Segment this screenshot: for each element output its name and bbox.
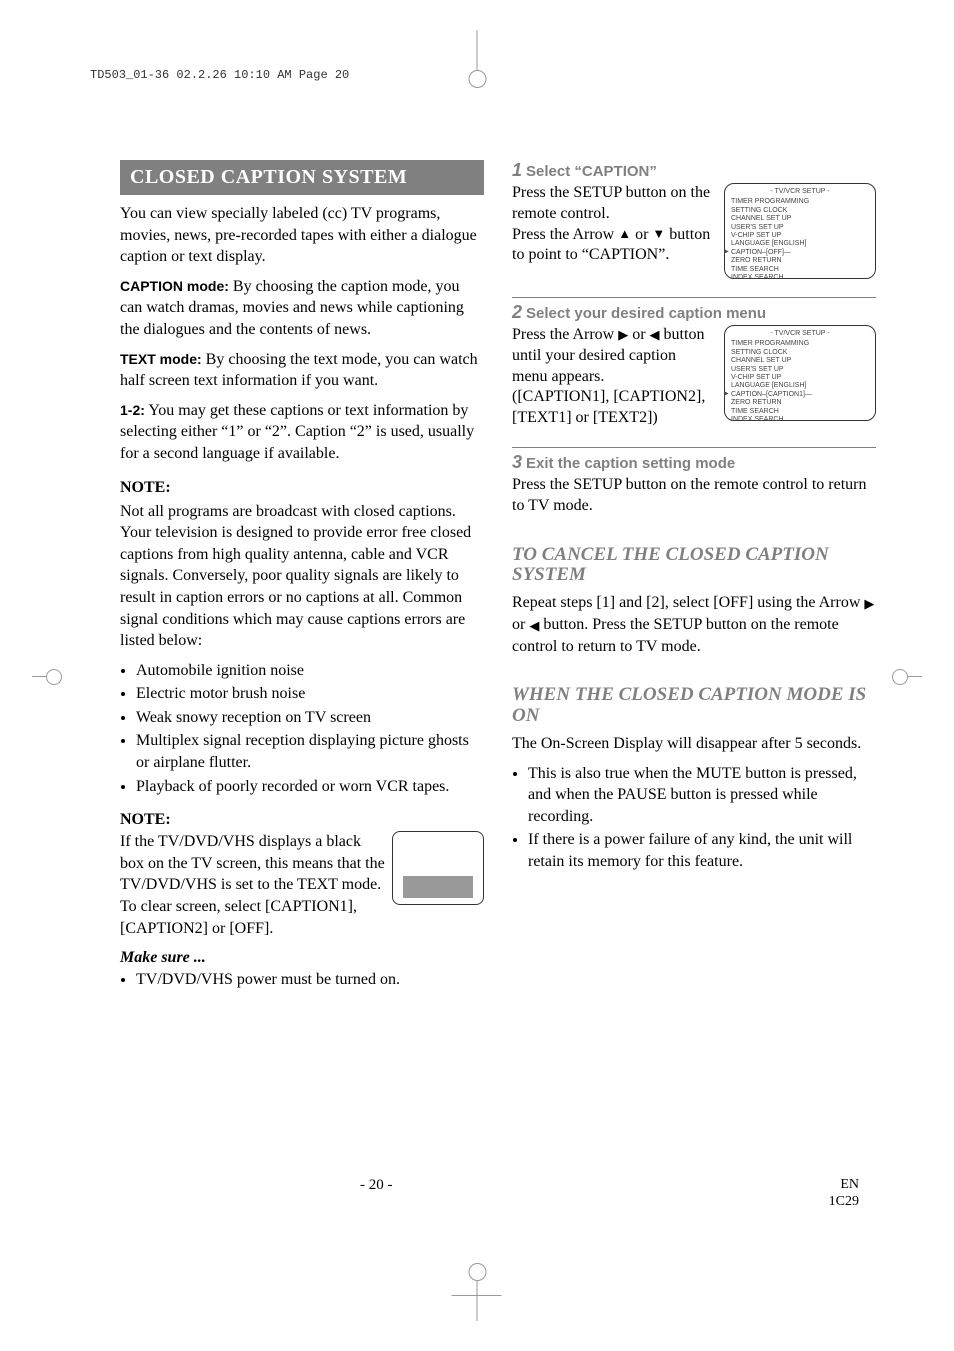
- osd-line: INDEX SEARCH: [731, 274, 869, 282]
- intro-paragraph: You can view specially labeled (cc) TV p…: [120, 203, 484, 268]
- error-bullets: Automobile ignition noise Electric motor…: [120, 660, 484, 798]
- step-3-heading: 3Exit the caption setting mode: [512, 452, 876, 473]
- osd-title: - TV/VCR SETUP -: [731, 330, 869, 338]
- make-sure-heading: Make sure ...: [120, 949, 484, 967]
- cancel-body: Repeat steps [1] and [2], select [OFF] u…: [512, 592, 876, 657]
- osd-line: CHANNEL SET UP: [731, 215, 869, 223]
- step-1-body-b: Press the Arrow ▲ or ▼ button to point t…: [512, 225, 714, 267]
- step-2-title: Select your desired caption menu: [526, 305, 766, 322]
- arrow-right-icon: ▶: [864, 595, 874, 613]
- list-item: Multiplex signal reception displaying pi…: [136, 730, 484, 773]
- osd-line: LANGUAGE [ENGLISH]: [731, 240, 869, 248]
- one-two-text: You may get these captions or text infor…: [120, 402, 474, 462]
- blackbox-screen-illustration: [392, 831, 484, 905]
- note-heading-2: NOTE:: [120, 811, 484, 829]
- osd-line: USER'S SET UP: [731, 224, 869, 232]
- step-1-number: 1: [512, 160, 522, 180]
- page-footer: - 20 - EN1C29: [140, 1177, 859, 1211]
- one-two-label: 1-2:: [120, 402, 145, 418]
- osd-screen-1: - TV/VCR SETUP - TIMER PROGRAMMING SETTI…: [724, 183, 876, 279]
- note-paragraph-2: If the TV/DVD/VHS displays a black box o…: [120, 831, 386, 939]
- page-number: - 20 -: [360, 1177, 393, 1211]
- list-item: This is also true when the MUTE button i…: [528, 763, 876, 828]
- step-1-body-a: Press the SETUP button on the remote con…: [512, 183, 714, 225]
- list-item: Electric motor brush noise: [136, 683, 484, 705]
- arrow-up-icon: ▲: [618, 226, 631, 243]
- footer-code: EN1C29: [829, 1177, 859, 1211]
- note-paragraph-1: Not all programs are broadcast with clos…: [120, 501, 484, 652]
- osd-line: ZERO RETURN: [731, 257, 869, 265]
- step-3-title: Exit the caption setting mode: [526, 455, 735, 472]
- step-2-extra: ([CAPTION1], [CAPTION2], [TEXT1] or [TEX…: [512, 387, 714, 429]
- list-item: TV/DVD/VHS power must be turned on.: [136, 969, 484, 991]
- step-3-body: Press the SETUP button on the remote con…: [512, 475, 876, 517]
- osd-line: INDEX SEARCH: [731, 416, 869, 424]
- arrow-left-icon: ◀: [529, 617, 539, 635]
- osd-line: TIME SEARCH: [731, 408, 869, 416]
- whenon-heading: WHEN THE CLOSED CAPTION MODE IS ON: [512, 685, 876, 727]
- cancel-heading: TO CANCEL THE CLOSED CAPTION SYSTEM: [512, 545, 876, 587]
- list-item: If there is a power failure of any kind,…: [528, 829, 876, 872]
- osd-line: ZERO RETURN: [731, 399, 869, 407]
- list-item: Automobile ignition noise: [136, 660, 484, 682]
- osd-line: LANGUAGE [ENGLISH]: [731, 382, 869, 390]
- crop-mark-top: [477, 30, 478, 80]
- step-3-number: 3: [512, 452, 522, 472]
- arrow-down-icon: ▼: [652, 226, 665, 243]
- osd-line: V-CHIP SET UP: [731, 232, 869, 240]
- crop-mark-right: [908, 676, 922, 677]
- osd-line: TIMER PROGRAMMING: [731, 198, 869, 206]
- osd-line: TIME SEARCH: [731, 266, 869, 274]
- osd-line-selected: CAPTION–[OFF]—: [731, 249, 869, 257]
- caption-mode-paragraph: CAPTION mode: By choosing the caption mo…: [120, 276, 484, 341]
- one-two-paragraph: 1-2: You may get these captions or text …: [120, 400, 484, 465]
- osd-line: SETTING CLOCK: [731, 349, 869, 357]
- crop-mark-bottom: [477, 1271, 478, 1321]
- text-mode-label: TEXT mode:: [120, 351, 202, 367]
- step-2-heading: 2Select your desired caption menu: [512, 302, 876, 323]
- whenon-bullets: This is also true when the MUTE button i…: [512, 763, 876, 873]
- section-title: CLOSED CAPTION SYSTEM: [120, 160, 484, 195]
- osd-line-selected: CAPTION–[CAPTION1]—: [731, 391, 869, 399]
- list-item: Playback of poorly recorded or worn VCR …: [136, 776, 484, 798]
- step-1-heading: 1Select “CAPTION”: [512, 160, 876, 181]
- list-item: Weak snowy reception on TV screen: [136, 707, 484, 729]
- osd-title: - TV/VCR SETUP -: [731, 188, 869, 196]
- step-1-title: Select “CAPTION”: [526, 163, 657, 180]
- osd-line: V-CHIP SET UP: [731, 374, 869, 382]
- crop-mark-left: [32, 676, 46, 677]
- osd-line: USER'S SET UP: [731, 366, 869, 374]
- step-2-body: Press the Arrow ▶ or ◀ button until your…: [512, 325, 714, 387]
- osd-line: TIMER PROGRAMMING: [731, 340, 869, 348]
- caption-mode-label: CAPTION mode:: [120, 278, 229, 294]
- step-2-number: 2: [512, 302, 522, 322]
- print-header: TD503_01-36 02.2.26 10:10 AM Page 20: [90, 68, 349, 82]
- whenon-body: The On-Screen Display will disappear aft…: [512, 733, 876, 755]
- note-heading-1: NOTE:: [120, 479, 484, 497]
- osd-line: SETTING CLOCK: [731, 207, 869, 215]
- osd-line: CHANNEL SET UP: [731, 357, 869, 365]
- text-mode-paragraph: TEXT mode: By choosing the text mode, yo…: [120, 349, 484, 392]
- arrow-left-icon: ◀: [650, 327, 660, 344]
- osd-screen-2: - TV/VCR SETUP - TIMER PROGRAMMING SETTI…: [724, 325, 876, 421]
- arrow-right-icon: ▶: [618, 327, 628, 344]
- make-sure-list: TV/DVD/VHS power must be turned on.: [120, 969, 484, 991]
